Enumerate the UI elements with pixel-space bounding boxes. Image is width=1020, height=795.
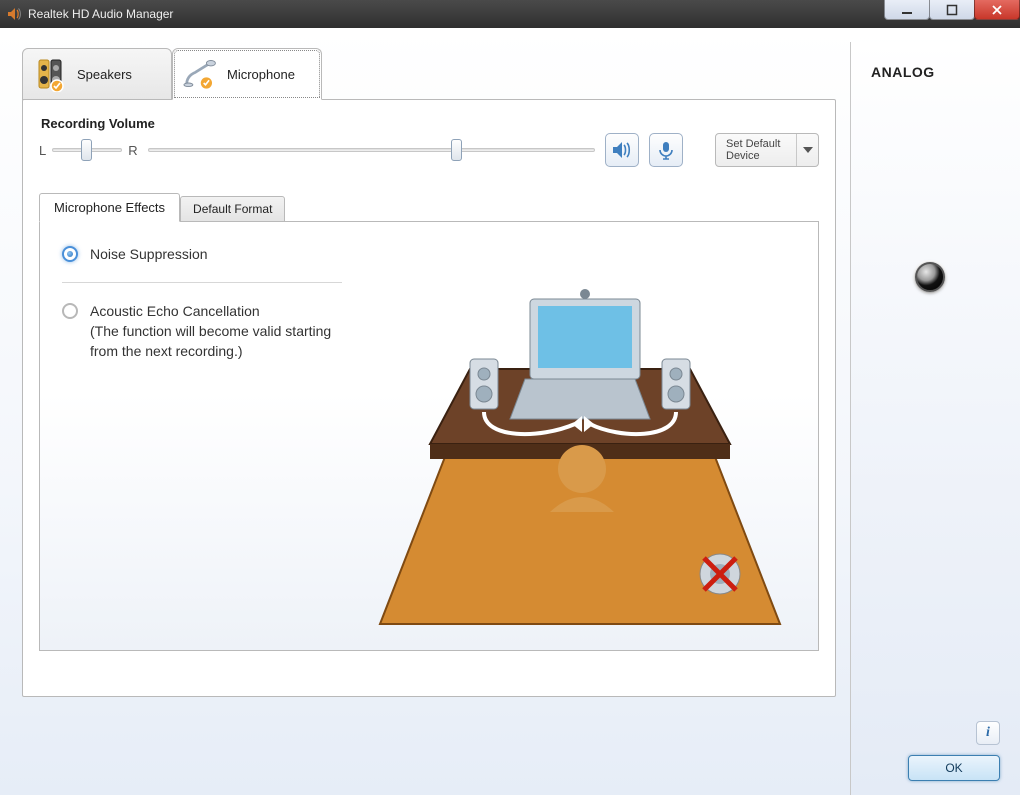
option-echo-cancellation[interactable]: Acoustic Echo Cancellation (The function… (62, 301, 342, 361)
chevron-down-icon[interactable] (796, 134, 818, 166)
effects-panel: Noise Suppression Acoustic Echo Cancella… (39, 221, 819, 651)
mute-microphone-button[interactable] (649, 133, 683, 167)
microphone-device-icon (656, 140, 676, 160)
analog-jack-port[interactable] (915, 262, 945, 292)
speaker-wave-icon (611, 140, 633, 160)
tab-speakers[interactable]: Speakers (22, 48, 172, 100)
radio-icon[interactable] (62, 303, 78, 319)
close-button[interactable] (974, 0, 1020, 20)
balance-control: L R (39, 143, 138, 158)
info-icon: i (986, 725, 990, 741)
ok-button-label: OK (945, 761, 962, 775)
titlebar: Realtek HD Audio Manager (0, 0, 1020, 28)
minimize-button[interactable] (884, 0, 930, 20)
volume-slider-thumb[interactable] (451, 139, 462, 161)
speaker-app-icon (6, 6, 22, 22)
noise-suppression-label: Noise Suppression (90, 244, 208, 264)
analog-sidebar: ANALOG (850, 42, 1020, 795)
volume-slider[interactable] (148, 148, 595, 152)
divider (62, 282, 342, 283)
tab-microphone[interactable]: Microphone (172, 48, 322, 100)
set-default-device-label: Set Default Device (716, 138, 796, 162)
client-area: Speakers Microphone (0, 28, 1020, 795)
analog-title: ANALOG (871, 64, 1004, 80)
echo-illustration (360, 244, 800, 634)
speakers-icon (33, 56, 69, 92)
main-panel: Recording Volume L R (22, 99, 836, 697)
balance-right-label: R (128, 143, 137, 158)
ok-button[interactable]: OK (908, 755, 1000, 781)
window-title: Realtek HD Audio Manager (28, 7, 173, 21)
radio-icon[interactable] (62, 246, 78, 262)
volume-slider-container (148, 148, 595, 152)
app-window: Realtek HD Audio Manager (0, 0, 1020, 795)
set-default-device-button[interactable]: Set Default Device (715, 133, 819, 167)
info-button[interactable]: i (976, 721, 1000, 745)
window-buttons (885, 0, 1020, 20)
balance-slider[interactable] (52, 148, 122, 152)
tab-microphone-label: Microphone (227, 67, 295, 82)
balance-slider-thumb[interactable] (81, 139, 92, 161)
balance-left-label: L (39, 143, 46, 158)
option-noise-suppression[interactable]: Noise Suppression (62, 244, 342, 264)
tab-microphone-effects[interactable]: Microphone Effects (39, 193, 180, 222)
tab-microphone-effects-label: Microphone Effects (54, 200, 165, 215)
tab-default-format[interactable]: Default Format (180, 196, 285, 222)
recording-volume-title: Recording Volume (41, 116, 819, 131)
microphone-icon (183, 56, 219, 92)
maximize-button[interactable] (929, 0, 975, 20)
mute-playback-button[interactable] (605, 133, 639, 167)
echo-cancellation-label: Acoustic Echo Cancellation (The function… (90, 301, 342, 361)
tab-speakers-label: Speakers (77, 67, 132, 82)
tab-default-format-label: Default Format (193, 202, 272, 216)
